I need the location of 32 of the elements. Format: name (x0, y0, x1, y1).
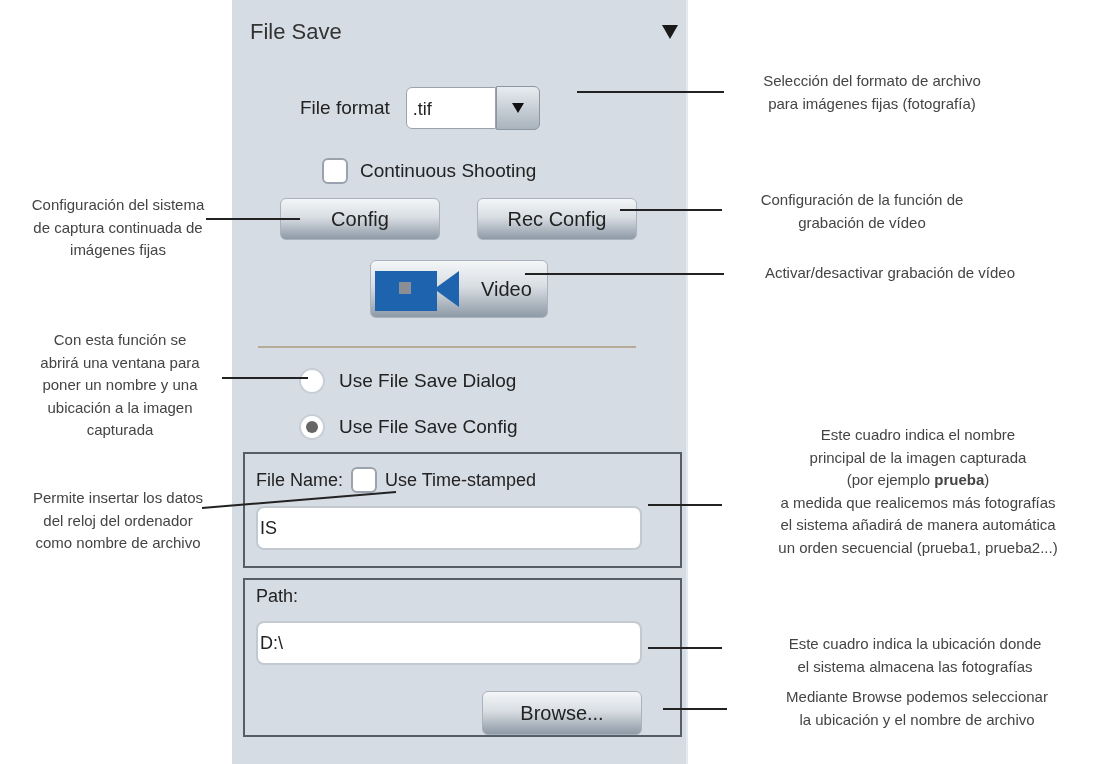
annotation-text: Permite insertar los datos del reloj del ordenador como nombre de archivo (31, 488, 205, 553)
annotation-text: Con esta función se abrirá una ventana para poner un nombre y una ubicación a la imagen capturada (39, 330, 201, 440)
annotation-text: Activar/desactivar grabación de vídeo (763, 263, 1017, 283)
file-name-field[interactable]: IS (256, 506, 642, 550)
panel-title: File Save (250, 19, 342, 45)
path-field[interactable]: D:\ (256, 621, 642, 665)
file-format-label: File format (300, 97, 390, 119)
annotation-text: Mediante Browse podemos seleccionar la ubicación y el nombre de archivo (785, 687, 1049, 730)
leader-line (662, 708, 728, 710)
radio-label: Use File Save Config (339, 416, 518, 438)
annotation-text: Selección del formato de archivo para imágenes fijas (fotografía) (762, 71, 982, 114)
time-stamp-checkbox[interactable] (351, 467, 378, 493)
config-button[interactable]: Config (280, 198, 440, 240)
radio-button[interactable] (299, 368, 325, 394)
radio-label: Use File Save Dialog (339, 370, 517, 392)
continuous-shooting-label: Continuous Shooting (360, 160, 537, 182)
annotation-text: Este cuadro indica el nombre principal de la imagen capturada (por ejemplo prueba) a medida que realicemos más fotografías el sistema añadirá de manera automática un orden secuencial (prueba1, prueba2...) (777, 425, 1059, 558)
file-name-label: File Name: (256, 469, 344, 491)
config-button[interactable]: Rec Config (477, 198, 637, 240)
annotation-text: Configuración del sistema de captura continuada de imágenes fijas (30, 195, 206, 260)
continuous-shooting-checkbox[interactable] (322, 158, 348, 184)
path-label: Path: (256, 586, 299, 606)
dropdown-arrow-icon (511, 103, 524, 113)
collapse-icon[interactable] (662, 25, 678, 39)
video-button[interactable]: Video (370, 260, 548, 318)
dropdown-button[interactable] (495, 86, 540, 130)
radio-button[interactable] (299, 414, 325, 440)
file-format-select[interactable]: .tif (405, 87, 496, 129)
browse-button[interactable]: Browse... (482, 691, 642, 735)
time-stamp-label: Use Time-stamped (385, 469, 537, 491)
annotation-text: Configuración de la función de grabación de vídeo (759, 190, 965, 233)
annotation-text: Este cuadro indica la ubicación donde el sistema almacena las fotografías (787, 634, 1043, 677)
